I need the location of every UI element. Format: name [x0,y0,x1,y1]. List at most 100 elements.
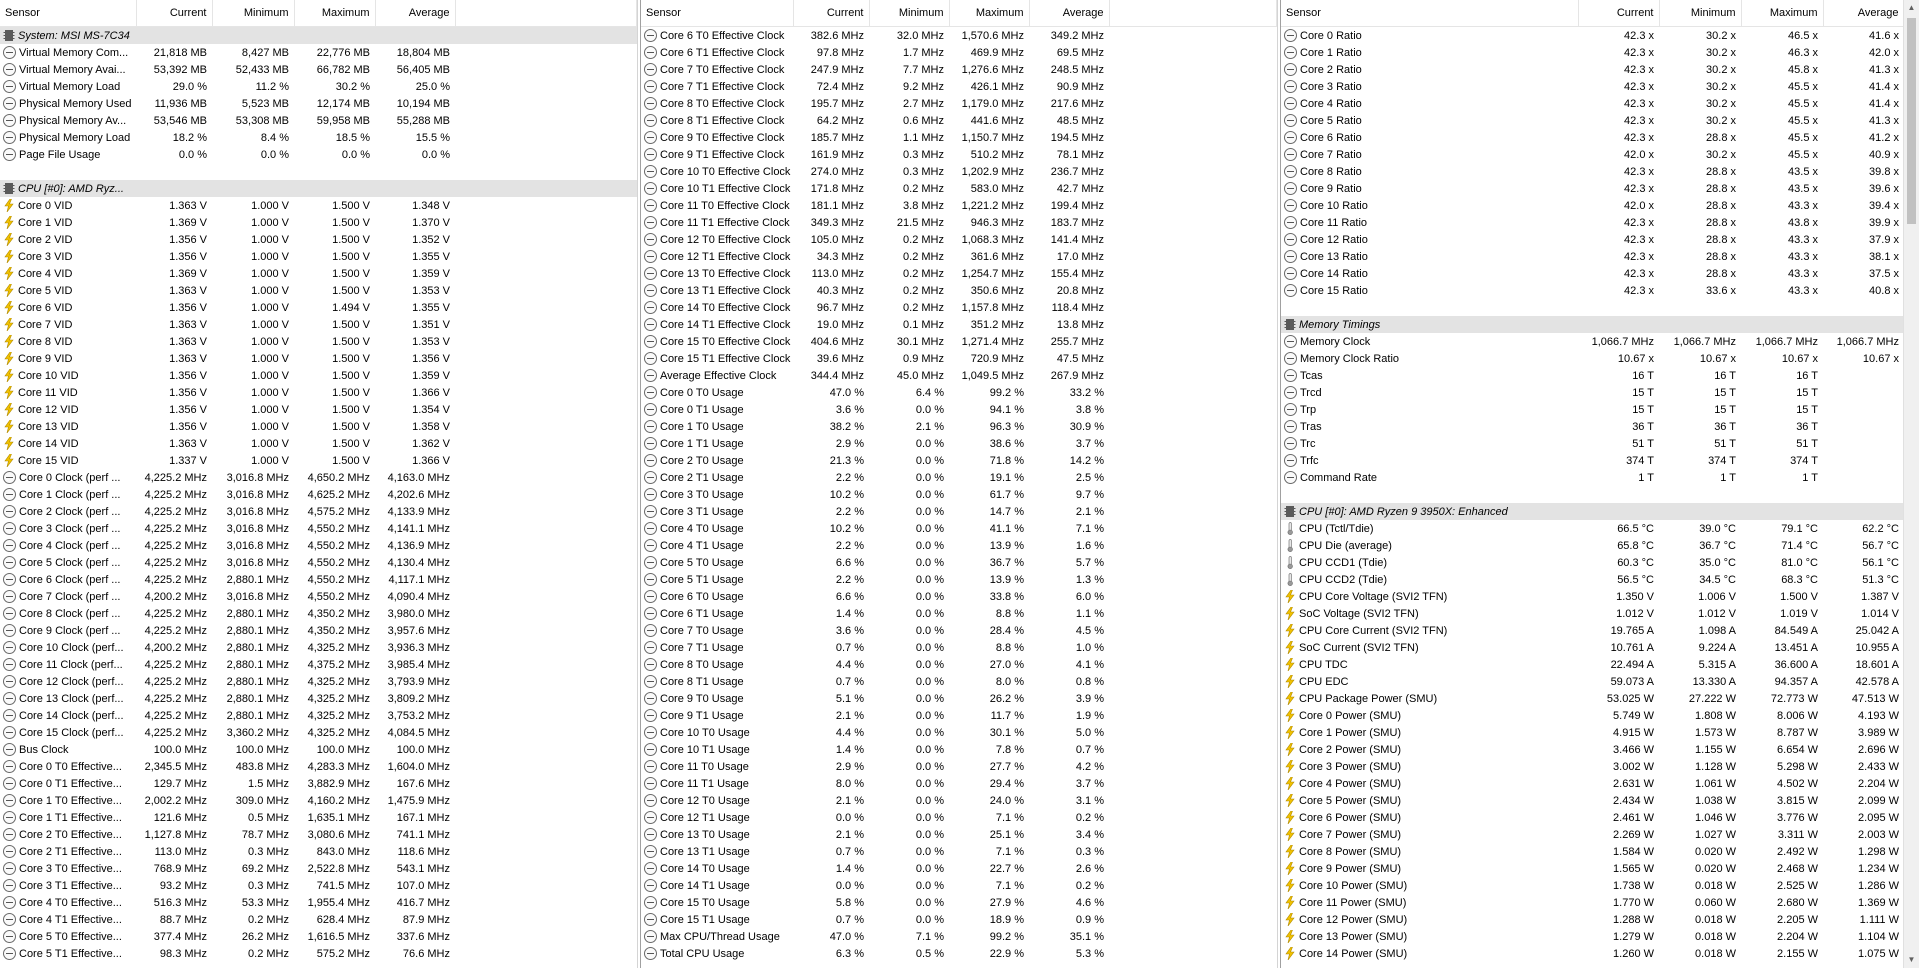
sensor-row[interactable]: Core 10 Ratio 42.0 x 28.8 x 43.3 x 39.4 x [1281,197,1903,214]
column-header-maximum[interactable]: Maximum [949,0,1030,27]
sensor-row[interactable]: Physical Memory Av... 53,546 MB 53,308 MB 5… [0,112,637,129]
sensor-row[interactable]: Core 9 Power (SMU) 1.565 W 0.020 W 2.468 W 1… [1281,860,1903,877]
sensor-row[interactable]: Core 4 T0 Effective... 516.3 MHz 53.3 MHz 1… [0,894,637,911]
sensor-row[interactable]: Core 3 Ratio 42.3 x 30.2 x 45.5 x 41.4 x [1281,78,1903,95]
sensor-row[interactable]: Core 15 T0 Usage 5.8 % 0.0 % 27.9 % 4.6 % [641,894,1277,911]
sensor-row[interactable]: Core 6 VID 1.356 V 1.000 V 1.494 V 1.355 V [0,299,637,316]
vertical-scrollbar[interactable]: ▲ ▼ [1903,0,1919,968]
sensor-row[interactable]: Core 14 VID 1.363 V 1.000 V 1.500 V 1.362 V [0,435,637,452]
sensor-row[interactable]: CPU EDC 59.073 A 13.330 A 94.357 A 42.578 A [1281,673,1903,690]
sensor-row[interactable]: Core 11 Clock (perf... 4,225.2 MHz 2,880.1… [0,656,637,673]
sensor-row[interactable]: Core 14 Clock (perf... 4,225.2 MHz 2,880.1… [0,707,637,724]
sensor-row[interactable]: Tras 36 T 36 T 36 T [1281,418,1903,435]
sensor-row[interactable]: Core 10 Clock (perf... 4,200.2 MHz 2,880.1… [0,639,637,656]
sensor-row[interactable]: Core 1 Clock (perf ... 4,225.2 MHz 3,016.8… [0,486,637,503]
sensor-row[interactable]: Core 4 T0 Usage 10.2 % 0.0 % 41.1 % 7.1 % [641,520,1277,537]
sensor-row[interactable]: Core 14 Power (SMU) 1.260 W 0.018 W 2.155 W… [1281,945,1903,962]
sensor-row[interactable]: Core 0 VID 1.363 V 1.000 V 1.500 V 1.348 V [0,197,637,214]
sensor-row[interactable]: Trfc 374 T 374 T 374 T [1281,452,1903,469]
sensor-row[interactable]: Core 14 Ratio 42.3 x 28.8 x 43.3 x 37.5 x [1281,265,1903,282]
sensor-row[interactable]: Core 12 Clock (perf... 4,225.2 MHz 2,880.1… [0,673,637,690]
sensor-row[interactable]: Core 10 T0 Usage 4.4 % 0.0 % 30.1 % 5.0 % [641,724,1277,741]
scrollbar-thumb[interactable] [1907,18,1916,224]
sensor-row[interactable]: Core 7 Power (SMU) 2.269 W 1.027 W 3.311 W 2… [1281,826,1903,843]
sensor-row[interactable]: Core 12 T1 Usage 0.0 % 0.0 % 7.1 % 0.2 % [641,809,1277,826]
sensor-row[interactable]: Core 9 T0 Usage 5.1 % 0.0 % 26.2 % 3.9 % [641,690,1277,707]
sensor-group-header[interactable]: System: MSI MS-7C34 [0,26,637,44]
sensor-row[interactable]: Virtual Memory Com... 21,818 MB 8,427 MB 22… [0,44,637,61]
sensor-row[interactable]: Core 2 T0 Usage 21.3 % 0.0 % 71.8 % 14.2 % [641,452,1277,469]
sensor-row[interactable]: Core 2 T0 Effective... 1,127.8 MHz 78.7 MH… [0,826,637,843]
sensor-row[interactable]: Core 5 Ratio 42.3 x 30.2 x 45.5 x 41.3 x [1281,112,1903,129]
sensor-row[interactable]: Bus Clock 100.0 MHz 100.0 MHz 100.0 MHz 100.… [0,741,637,758]
sensor-row[interactable]: Physical Memory Used 11,936 MB 5,523 MB 12,… [0,95,637,112]
sensor-row[interactable]: Core 6 T0 Usage 6.6 % 0.0 % 33.8 % 6.0 % [641,588,1277,605]
sensor-row[interactable]: Core 13 Ratio 42.3 x 28.8 x 43.3 x 38.1 x [1281,248,1903,265]
sensor-pane-3[interactable]: Sensor Current Minimum Maximum Average C… [1280,0,1903,968]
sensor-row[interactable]: Core 2 Ratio 42.3 x 30.2 x 45.8 x 41.3 x [1281,61,1903,78]
sensor-row[interactable]: Core 7 Clock (perf ... 4,200.2 MHz 3,016.8… [0,588,637,605]
sensor-row[interactable]: Core 15 T1 Usage 0.7 % 0.0 % 18.9 % 0.9 % [641,911,1277,928]
sensor-row[interactable]: Core 15 Clock (perf... 4,225.2 MHz 3,360.2… [0,724,637,741]
sensor-row[interactable]: Core 5 T1 Effective... 98.3 MHz 0.2 MHz 575… [0,945,637,962]
sensor-row[interactable]: Core 5 Power (SMU) 2.434 W 1.038 W 3.815 W 2… [1281,792,1903,809]
sensor-row[interactable]: Virtual Memory Load 29.0 % 11.2 % 30.2 % 25.… [0,78,637,95]
sensor-row[interactable]: Core 11 T0 Usage 2.9 % 0.0 % 27.7 % 4.2 % [641,758,1277,775]
column-header-current[interactable]: Current [1578,0,1660,27]
column-header-average[interactable]: Average [375,0,456,27]
sensor-row[interactable]: Core 0 Ratio 42.3 x 30.2 x 46.5 x 41.6 x [1281,27,1903,45]
sensor-row[interactable]: Core 2 VID 1.356 V 1.000 V 1.500 V 1.352 V [0,231,637,248]
sensor-row[interactable]: Core 7 T1 Usage 0.7 % 0.0 % 8.8 % 1.0 % [641,639,1277,656]
scroll-down-arrow-icon[interactable]: ▼ [1904,952,1919,968]
sensor-row[interactable]: Core 3 T0 Effective... 768.9 MHz 69.2 MHz 2… [0,860,637,877]
sensor-row[interactable]: Virtual Memory Avai... 53,392 MB 52,433 MB… [0,61,637,78]
sensor-row[interactable]: Core 12 T1 Effective Clock 34.3 MHz 0.2 MH… [641,248,1277,265]
sensor-row[interactable]: Core 7 T0 Effective Clock 247.9 MHz 7.7 MH… [641,61,1277,78]
sensor-row[interactable]: Core 15 T0 Effective Clock 404.6 MHz 30.1 … [641,333,1277,350]
sensor-group-header[interactable]: CPU [#0]: AMD Ryz... [0,180,637,197]
sensor-row[interactable]: Memory Clock Ratio 10.67 x 10.67 x 10.67 x 1… [1281,350,1903,367]
sensor-row[interactable]: Core 7 VID 1.363 V 1.000 V 1.500 V 1.351 V [0,316,637,333]
column-header-average[interactable]: Average [1823,0,1903,27]
sensor-row[interactable]: Trp 15 T 15 T 15 T [1281,401,1903,418]
sensor-row[interactable]: Core 11 VID 1.356 V 1.000 V 1.500 V 1.366 V [0,384,637,401]
sensor-row[interactable]: Core 9 VID 1.363 V 1.000 V 1.500 V 1.356 V [0,350,637,367]
sensor-row[interactable]: Core 1 T0 Effective... 2,002.2 MHz 309.0 M… [0,792,637,809]
sensor-row[interactable]: Command Rate 1 T 1 T 1 T [1281,469,1903,486]
sensor-row[interactable]: CPU CCD1 (Tdie) 60.3 °C 35.0 °C 81.0 °C 56.1… [1281,554,1903,571]
sensor-row[interactable]: Core 0 T0 Effective... 2,345.5 MHz 483.8 M… [0,758,637,775]
sensor-row[interactable]: Core 13 T1 Usage 0.7 % 0.0 % 7.1 % 0.3 % [641,843,1277,860]
sensor-row[interactable]: Core 9 Ratio 42.3 x 28.8 x 43.5 x 39.6 x [1281,180,1903,197]
sensor-row[interactable]: Core 13 Clock (perf... 4,225.2 MHz 2,880.1… [0,690,637,707]
sensor-pane-1[interactable]: Sensor Current Minimum Maximum Average S… [0,0,638,968]
sensor-row[interactable]: CPU Die (average) 65.8 °C 36.7 °C 71.4 °C 56… [1281,537,1903,554]
sensor-row[interactable]: Core 5 T1 Usage 2.2 % 0.0 % 13.9 % 1.3 % [641,571,1277,588]
sensor-row[interactable]: Core 5 T0 Usage 6.6 % 0.0 % 36.7 % 5.7 % [641,554,1277,571]
sensor-row[interactable]: Core 0 Power (SMU) 5.749 W 1.808 W 8.006 W 4… [1281,707,1903,724]
sensor-row[interactable]: Core 8 VID 1.363 V 1.000 V 1.500 V 1.353 V [0,333,637,350]
sensor-row[interactable]: Core 8 Clock (perf ... 4,225.2 MHz 2,880.1… [0,605,637,622]
sensor-row[interactable]: Core 13 T1 Effective Clock 40.3 MHz 0.2 MH… [641,282,1277,299]
sensor-row[interactable]: Core 3 T1 Effective... 93.2 MHz 0.3 MHz 741… [0,877,637,894]
sensor-row[interactable]: Core 6 T1 Usage 1.4 % 0.0 % 8.8 % 1.1 % [641,605,1277,622]
sensor-row[interactable]: Core 5 VID 1.363 V 1.000 V 1.500 V 1.353 V [0,282,637,299]
sensor-row[interactable]: SoC Current (SVI2 TFN) 10.761 A 9.224 A 13.… [1281,639,1903,656]
sensor-row[interactable]: Core 1 Power (SMU) 4.915 W 1.573 W 8.787 W 3… [1281,724,1903,741]
sensor-group-header[interactable]: Memory Timings [1281,316,1903,333]
sensor-row[interactable]: Core 0 Clock (perf ... 4,225.2 MHz 3,016.8… [0,469,637,486]
sensor-row[interactable]: Core 2 Clock (perf ... 4,225.2 MHz 3,016.8… [0,503,637,520]
sensor-row[interactable]: Core 5 T0 Effective... 377.4 MHz 26.2 MHz 1… [0,928,637,945]
sensor-row[interactable]: Trcd 15 T 15 T 15 T [1281,384,1903,401]
sensor-row[interactable]: Core 14 T0 Usage 1.4 % 0.0 % 22.7 % 2.6 % [641,860,1277,877]
column-header-minimum[interactable]: Minimum [212,0,295,27]
sensor-row[interactable]: Core 12 Power (SMU) 1.288 W 0.018 W 2.205 W… [1281,911,1903,928]
sensor-row[interactable]: Core 8 Ratio 42.3 x 28.8 x 43.5 x 39.8 x [1281,163,1903,180]
sensor-row[interactable]: Core 1 T1 Usage 2.9 % 0.0 % 38.6 % 3.7 % [641,435,1277,452]
sensor-row[interactable]: Core 0 T1 Usage 3.6 % 0.0 % 94.1 % 3.8 % [641,401,1277,418]
sensor-row[interactable]: Core 7 Ratio 42.0 x 30.2 x 45.5 x 40.9 x [1281,146,1903,163]
column-header-sensor[interactable]: Sensor [641,0,794,27]
sensor-row[interactable]: Core 1 VID 1.369 V 1.000 V 1.500 V 1.370 V [0,214,637,231]
sensor-row[interactable]: Total CPU Usage 6.3 % 0.5 % 22.9 % 5.3 % [641,945,1277,962]
sensor-row[interactable]: Core 6 T0 Effective Clock 382.6 MHz 32.0 M… [641,27,1277,45]
sensor-row[interactable]: Core 11 T1 Effective Clock 349.3 MHz 21.5 … [641,214,1277,231]
